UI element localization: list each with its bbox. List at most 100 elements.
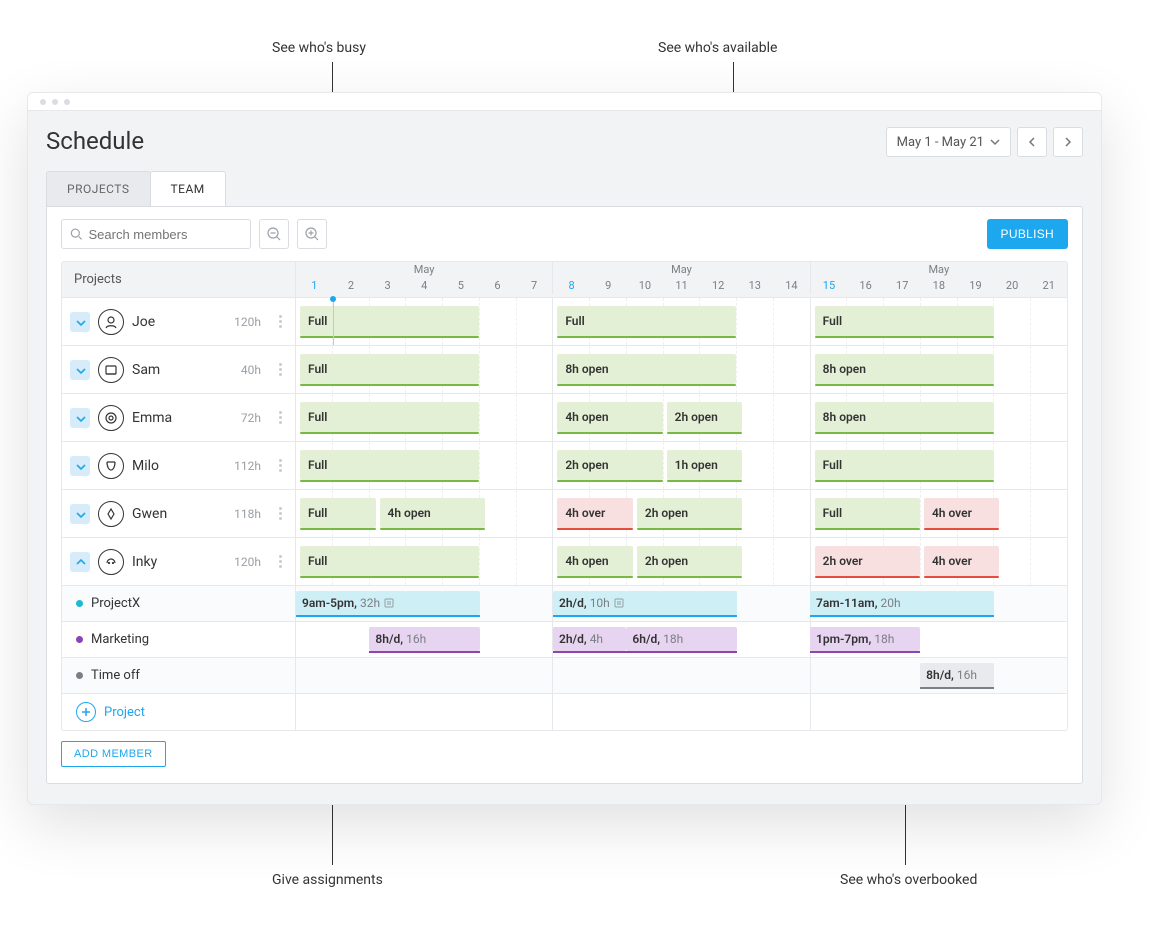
expand-toggle[interactable] — [70, 552, 90, 572]
subproject-name: ProjectX — [91, 596, 140, 611]
chevron-icon — [74, 317, 86, 327]
subproject-name: Marketing — [91, 632, 149, 647]
availability-slot[interactable]: 8h open — [557, 354, 736, 384]
assignment-bar[interactable]: 9am-5pm,32h — [296, 591, 480, 615]
date-range-picker[interactable]: May 1 - May 21 — [886, 127, 1011, 157]
availability-slot[interactable]: Full — [557, 306, 736, 336]
assignment-bar[interactable]: 6h/d,18h — [626, 627, 736, 651]
assignment-bar[interactable]: 8h/d,16h — [369, 627, 479, 651]
assignment-bar[interactable]: 8h/d,16h — [920, 663, 993, 687]
avatar-icon — [98, 357, 124, 383]
availability-slot[interactable]: 4h over — [557, 498, 633, 528]
add-project-row[interactable]: Project — [62, 694, 1067, 730]
availability-slot[interactable]: 4h over — [924, 546, 1000, 576]
availability-slot[interactable]: 4h open — [380, 498, 485, 528]
search-input-wrap[interactable] — [61, 219, 251, 249]
next-range-button[interactable] — [1053, 127, 1083, 157]
plus-icon — [76, 702, 96, 722]
assignment-bar[interactable]: 2h/d,4h — [553, 627, 626, 651]
chevron-left-icon — [1028, 137, 1036, 147]
availability-slot[interactable]: Full — [300, 306, 479, 336]
drag-handle-icon[interactable] — [273, 555, 287, 568]
member-name: Gwen — [132, 506, 167, 522]
chevron-icon — [74, 461, 86, 471]
window-titlebar — [28, 93, 1101, 111]
add-project-label: Project — [104, 705, 145, 720]
expand-toggle[interactable] — [70, 312, 90, 332]
date-range-label: May 1 - May 21 — [897, 135, 984, 150]
grid-left-header: Projects — [62, 262, 296, 297]
drag-handle-icon[interactable] — [273, 507, 287, 520]
availability-slot[interactable]: Full — [815, 306, 994, 336]
availability-slot[interactable]: Full — [300, 450, 479, 480]
availability-slot[interactable]: Full — [300, 402, 479, 432]
tab-team[interactable]: TEAM — [150, 171, 226, 206]
expand-toggle[interactable] — [70, 456, 90, 476]
availability-slot[interactable]: Full — [815, 450, 994, 480]
member-name: Sam — [132, 362, 160, 378]
availability-slot[interactable]: 2h open — [637, 546, 742, 576]
project-color-dot — [76, 600, 83, 607]
member-hours: 120h — [234, 555, 261, 569]
zoom-out-button[interactable] — [259, 219, 289, 249]
member-name: Milo — [132, 458, 159, 474]
add-member-button[interactable]: ADD MEMBER — [61, 741, 166, 767]
availability-slot[interactable]: 2h open — [557, 450, 662, 480]
member-hours: 72h — [241, 411, 261, 425]
member-hours: 118h — [234, 507, 261, 521]
expand-toggle[interactable] — [70, 504, 90, 524]
avatar-icon — [98, 405, 124, 431]
subproject-row: ProjectX 9am-5pm,32h 2h/d,10h 7am-11am,20h — [62, 586, 1067, 622]
availability-slot[interactable]: 8h open — [815, 402, 994, 432]
zoom-in-button[interactable] — [297, 219, 327, 249]
search-icon — [70, 227, 83, 241]
availability-slot[interactable]: 1h open — [667, 450, 743, 480]
subproject-row: Time off 8h/d,16h — [62, 658, 1067, 694]
assignment-bar[interactable]: 2h/d,10h — [553, 591, 737, 615]
assignment-bar[interactable]: 7am-11am,20h — [810, 591, 994, 615]
availability-slot[interactable]: 4h over — [924, 498, 1000, 528]
drag-handle-icon[interactable] — [273, 459, 287, 472]
prev-range-button[interactable] — [1017, 127, 1047, 157]
drag-handle-icon[interactable] — [273, 363, 287, 376]
search-input[interactable] — [89, 227, 243, 242]
chevron-icon — [74, 557, 86, 567]
availability-slot[interactable]: 2h over — [815, 546, 920, 576]
availability-slot[interactable]: 4h open — [557, 402, 662, 432]
member-name: Joe — [132, 314, 155, 330]
annotation-busy: See who's busy — [272, 40, 366, 56]
chevron-icon — [74, 509, 86, 519]
avatar-icon — [98, 453, 124, 479]
availability-slot[interactable]: Full — [300, 546, 479, 576]
tab-projects[interactable]: PROJECTS — [46, 171, 151, 206]
avatar-icon — [98, 501, 124, 527]
drag-handle-icon[interactable] — [273, 315, 287, 328]
annotation-over: See who's overbooked — [840, 872, 977, 888]
annotation-available: See who's available — [658, 40, 777, 56]
zoom-out-icon — [266, 226, 282, 242]
availability-slot[interactable]: Full — [300, 354, 479, 384]
availability-slot[interactable]: 8h open — [815, 354, 994, 384]
note-icon — [614, 598, 624, 608]
expand-toggle[interactable] — [70, 408, 90, 428]
assignment-bar[interactable]: 1pm-7pm,18h — [810, 627, 920, 651]
member-name: Inky — [132, 554, 157, 570]
member-row: Emma 72h Full4h open2h open8h open — [62, 394, 1067, 442]
member-hours: 120h — [234, 315, 261, 329]
project-color-dot — [76, 636, 83, 643]
expand-toggle[interactable] — [70, 360, 90, 380]
availability-slot[interactable]: 2h open — [667, 402, 743, 432]
publish-button[interactable]: PUBLISH — [987, 219, 1068, 249]
availability-slot[interactable]: Full — [815, 498, 920, 528]
member-row: Joe 120h Full Full Full — [62, 298, 1067, 346]
app-window: Schedule May 1 - May 21 PROJECTS T — [27, 92, 1102, 805]
subproject-row: Marketing 8h/d,16h 2h/d,4h6h/d,18h 1pm-7pm… — [62, 622, 1067, 658]
availability-slot[interactable]: 2h open — [637, 498, 742, 528]
project-color-dot — [76, 672, 83, 679]
drag-handle-icon[interactable] — [273, 411, 287, 424]
member-hours: 112h — [234, 459, 261, 473]
availability-slot[interactable]: 4h open — [557, 546, 633, 576]
member-hours: 40h — [241, 363, 261, 377]
annotation-assign: Give assignments — [272, 872, 383, 888]
availability-slot[interactable]: Full — [300, 498, 376, 528]
